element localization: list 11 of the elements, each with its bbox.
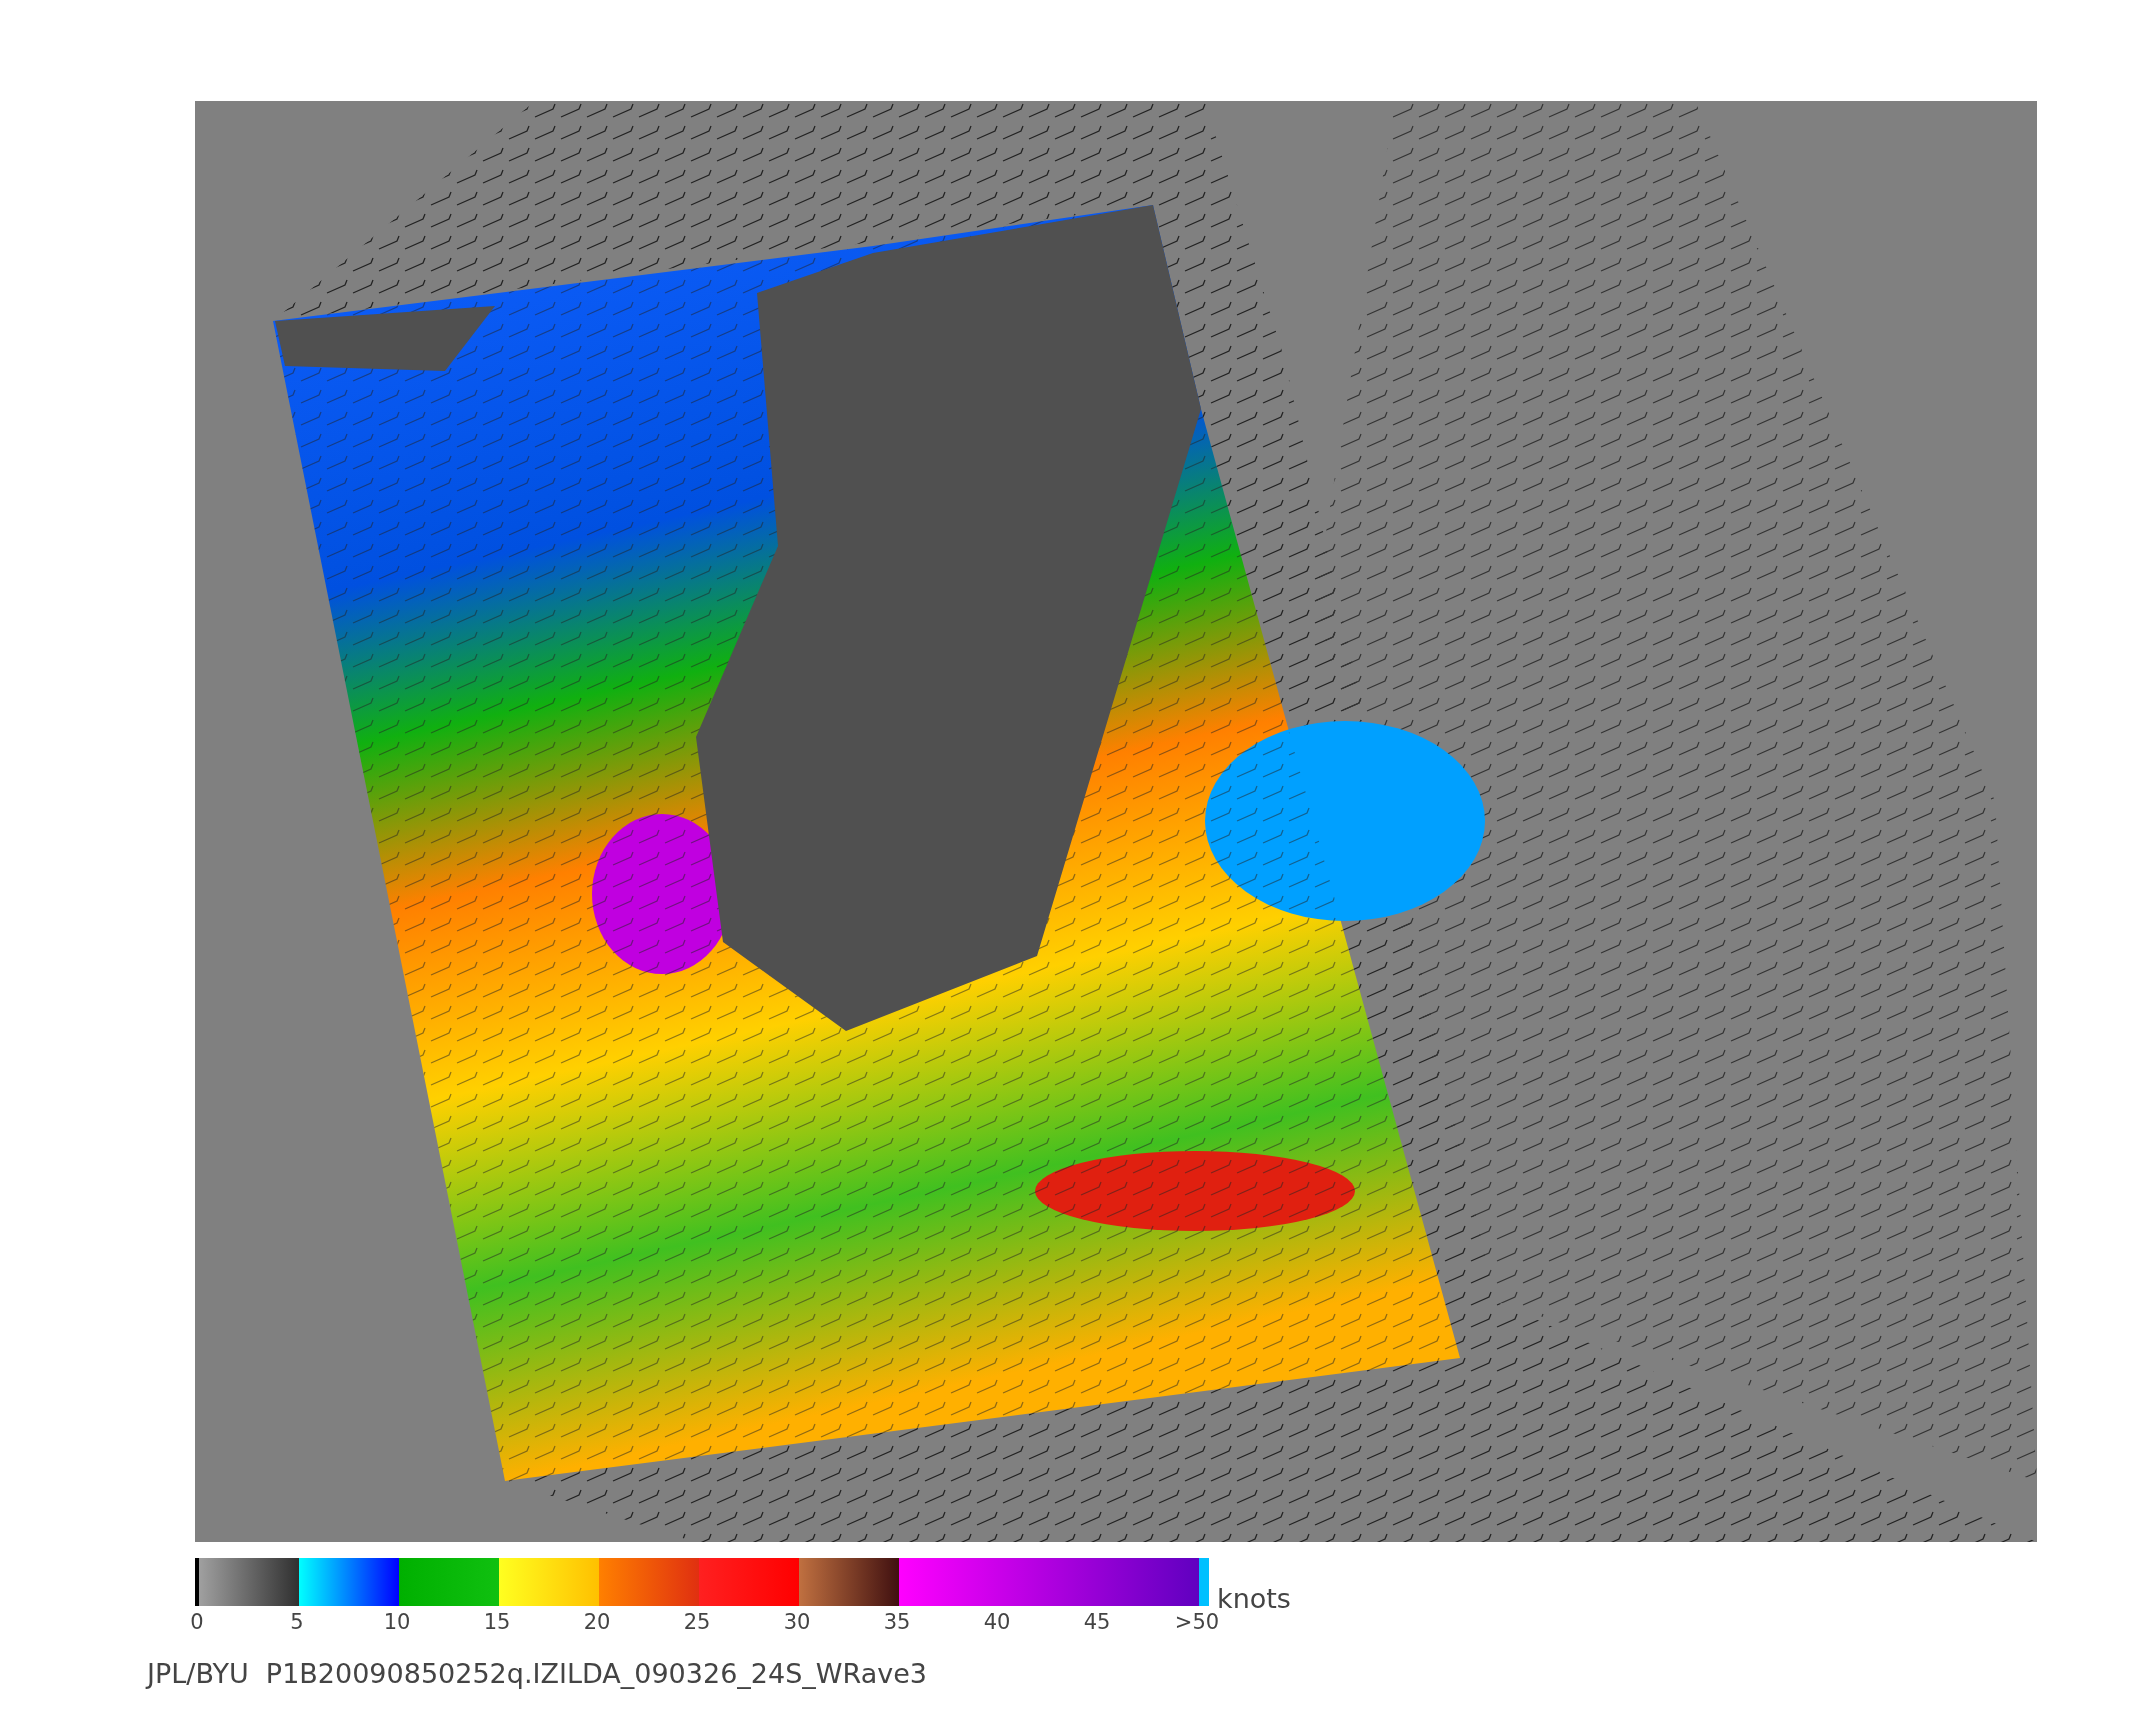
colorbar-tick-label: 15 — [482, 1610, 512, 1634]
colorbar-tick-label: 40 — [982, 1610, 1012, 1634]
colorbar-tick-label: 20 — [582, 1610, 612, 1634]
colorbar-tick-label: 0 — [189, 1610, 205, 1634]
colorbar-tick-label: 10 — [382, 1610, 412, 1634]
colorbar-tick-label: 35 — [882, 1610, 912, 1634]
colorbar-tick-label: 45 — [1082, 1610, 1112, 1634]
colorbar-tick-label: 5 — [289, 1610, 305, 1634]
colorbar-tick-label: 25 — [682, 1610, 712, 1634]
colorbar-tick-label: 30 — [782, 1610, 812, 1634]
caption: JPL/BYU P1B20090850252q.IZILDA_090326_24S_WRave3 — [147, 1658, 928, 1689]
